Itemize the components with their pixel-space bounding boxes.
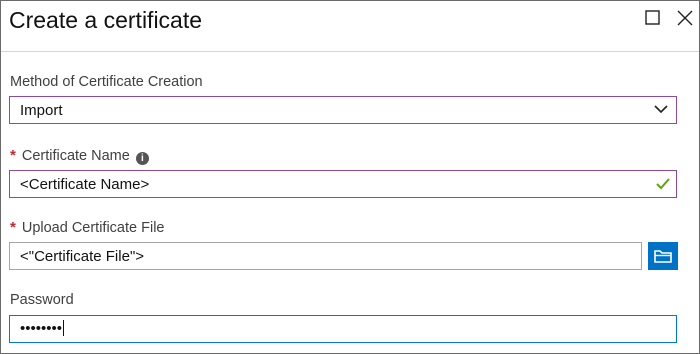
method-label: Method of Certificate Creation <box>10 74 203 90</box>
close-icon <box>677 10 693 26</box>
folder-icon <box>654 250 672 263</box>
cert-name-label: * Certificate Name i <box>10 147 149 165</box>
cert-name-value: <Certificate Name> <box>20 176 150 193</box>
page-title: Create a certificate <box>9 7 203 33</box>
close-button[interactable] <box>676 9 694 27</box>
certificate-file-input[interactable]: <"Certificate File"> <box>9 242 642 270</box>
upload-label: * Upload Certificate File <box>10 219 165 236</box>
upload-label-text: Upload Certificate File <box>21 220 165 236</box>
maximize-button[interactable] <box>644 9 662 27</box>
panel-header: Create a certificate <box>1 1 699 52</box>
method-selected-value: Import <box>20 102 63 119</box>
password-input[interactable]: •••••••• <box>9 315 677 343</box>
password-label: Password <box>10 292 74 308</box>
required-marker: * <box>10 219 16 236</box>
certificate-panel: Create a certificate Method of Certifica… <box>0 0 700 354</box>
certificate-file-value: <"Certificate File"> <box>20 248 145 265</box>
maximize-icon <box>645 10 660 25</box>
chevron-down-icon <box>654 105 668 114</box>
cert-name-input[interactable]: <Certificate Name> <box>9 170 677 198</box>
password-dots: •••••••• <box>20 320 63 337</box>
cert-name-label-text: Certificate Name <box>21 148 130 164</box>
text-cursor <box>63 320 65 336</box>
browse-file-button[interactable] <box>648 242 678 270</box>
password-value: •••••••• <box>20 320 65 337</box>
info-icon[interactable]: i <box>135 152 149 165</box>
checkmark-icon <box>656 178 670 190</box>
required-marker: * <box>10 147 16 164</box>
method-dropdown[interactable]: Import <box>9 96 677 124</box>
